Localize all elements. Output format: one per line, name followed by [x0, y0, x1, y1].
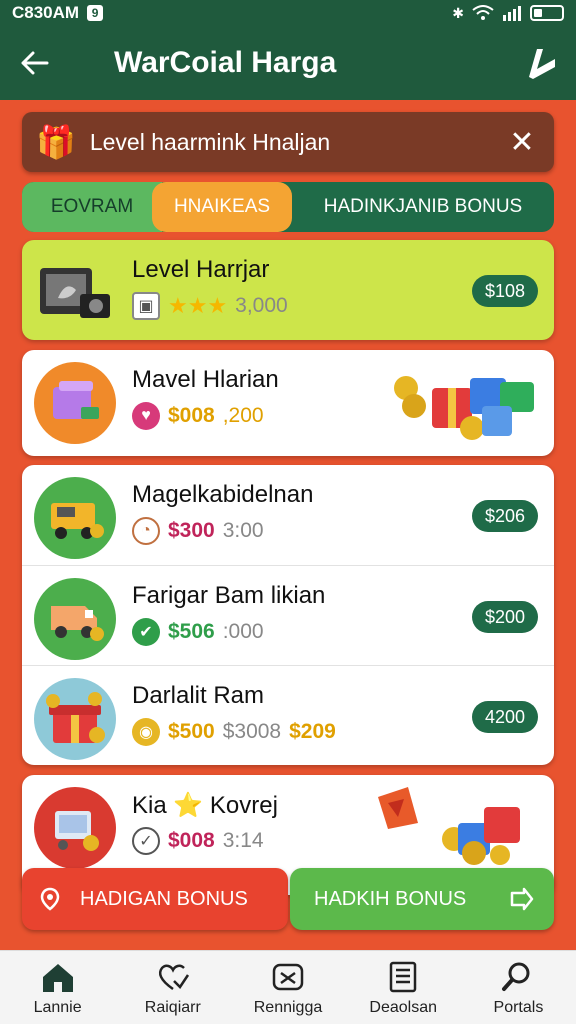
van-icon — [34, 578, 116, 660]
item-price-old: $3008 — [222, 720, 282, 743]
view-bonus-label: HADKIH BONUS — [314, 887, 467, 910]
nav-label: Rennigga — [253, 998, 323, 1016]
view-bonus-button[interactable]: HADKIH BONUS — [290, 868, 554, 930]
item-price: 3,000 — [235, 294, 288, 317]
item-price-old: 3:00 — [222, 519, 264, 542]
gift-pile-icon — [394, 376, 534, 440]
banner-text: Level haarmink Hnaljan — [89, 128, 331, 155]
item-title: Farigar Bam likian — [132, 582, 326, 609]
brand-logo-button[interactable] — [506, 26, 576, 100]
nav-label: Deaolsan — [369, 998, 438, 1016]
item-title: Darlalit Ram — [132, 682, 265, 709]
camera-icon — [34, 252, 116, 334]
item-title: Kia ⭐ Kovrej — [132, 792, 278, 819]
item-subline: ◔ $300 3:00 — [132, 517, 264, 545]
item-subline: ♥ $008 ,200 — [132, 402, 264, 430]
chat-icon: ◔ — [132, 517, 160, 545]
price-badge[interactable]: 4200 — [472, 701, 538, 733]
item-price: $300 — [168, 519, 215, 542]
list-item[interactable]: Darlalit Ram ◉ $500 $3008 $209 4200 — [22, 665, 554, 765]
price-badge[interactable]: $200 — [472, 601, 538, 633]
list-item[interactable]: Farigar Bam likian ✔ $506 :000 $200 — [22, 565, 554, 665]
arrow-left-icon — [21, 51, 49, 75]
gift-icon: 🎁 — [36, 124, 76, 160]
price-badge[interactable]: $108 — [472, 275, 538, 307]
heart-check-icon — [155, 959, 191, 995]
item-subline: ◉ $500 $3008 $209 — [132, 718, 336, 746]
location-pin-icon — [40, 887, 60, 911]
cart-icon — [34, 787, 116, 869]
close-icon[interactable]: ✕ — [504, 125, 540, 160]
item-price: $008 — [168, 829, 215, 852]
tab-bar: EOVRAM HNAIKEAS HADINKJANIB BONUS — [22, 182, 554, 232]
battery-icon — [530, 5, 564, 21]
claim-bonus-button[interactable]: HADIGAN BONUS — [22, 868, 288, 930]
status-time: C830AM — [12, 3, 80, 22]
item-title: Mavel Hlarian — [132, 366, 279, 393]
tab-eovram[interactable]: EOVRAM — [22, 182, 162, 232]
item-price: $506 — [168, 620, 215, 643]
nav-label: Lannie — [33, 998, 82, 1016]
item-title: Magelkabidelnan — [132, 481, 314, 508]
item-price-old: :000 — [222, 620, 264, 643]
wifi-icon — [472, 5, 494, 20]
offer-list-card: Magelkabidelnan ◔ $300 3:00 $206 Farigar… — [22, 465, 554, 765]
page-title: WarCoial Harga — [114, 46, 337, 79]
gift-box-icon — [34, 678, 116, 760]
nav-item-home[interactable]: Lannie — [0, 951, 115, 1024]
highlight-card[interactable]: Level Harrjar ▣ ★★★ 3,000 $108 — [22, 240, 554, 340]
nav-item-raiqiarr[interactable]: Raiqiarr — [115, 951, 230, 1024]
list-item[interactable]: Magelkabidelnan ◔ $300 3:00 $206 — [22, 465, 554, 565]
claim-bonus-label: HADIGAN BONUS — [80, 887, 248, 910]
cube-icon: ▣ — [132, 292, 160, 320]
item-subline: ✓ $008 3:14 — [132, 827, 264, 855]
status-bar: C830AM 9 ✱ — [0, 0, 576, 26]
list-document-icon — [385, 959, 421, 995]
bottom-nav: Lannie Raiqiarr Rennigga Deaolsan Portal… — [0, 950, 576, 1024]
nav-item-deaolsan[interactable]: Deaolsan — [346, 951, 461, 1024]
truck-icon — [34, 477, 116, 559]
rating-stars: ★★★ — [168, 293, 228, 318]
item-price: $008 — [168, 404, 215, 427]
item-title: Level Harrjar — [132, 256, 270, 283]
item-price-old: 3:14 — [222, 829, 264, 852]
app-bar: WarCoial Harga — [0, 26, 576, 100]
search-icon — [500, 959, 536, 995]
gamepad-icon — [270, 959, 306, 995]
item-price-extra: $209 — [289, 720, 336, 743]
bluetooth-icon: ✱ — [452, 4, 464, 21]
check-icon: ✔ — [132, 618, 160, 646]
nav-item-rennigga[interactable]: Rennigga — [230, 951, 345, 1024]
tab-hnaikeas[interactable]: HNAIKEAS — [152, 182, 292, 232]
nav-label: Raiqiarr — [144, 998, 201, 1016]
nav-item-portals[interactable]: Portals — [461, 951, 576, 1024]
item-price-extra: ,200 — [222, 404, 264, 427]
tab-bonus[interactable]: HADINKJANIB BONUS — [292, 182, 554, 232]
heart-icon: ♥ — [132, 402, 160, 430]
logo-icon — [529, 49, 555, 79]
item-price: $500 — [168, 720, 215, 743]
signal-icon — [503, 6, 521, 21]
gift-pile-icon — [378, 787, 520, 865]
check-circle-icon: ✓ — [132, 827, 160, 855]
offer-card[interactable]: Mavel Hlarian ♥ $008 ,200 — [22, 350, 554, 456]
coin-icon: ◉ — [132, 718, 160, 746]
item-subline: ✔ $506 :000 — [132, 618, 264, 646]
price-badge[interactable]: $206 — [472, 500, 538, 532]
item-subline: ▣ ★★★ 3,000 — [132, 292, 288, 320]
back-button[interactable] — [0, 26, 70, 100]
nav-label: Portals — [493, 998, 544, 1016]
promo-banner[interactable]: 🎁 Level haarmink Hnaljan ✕ — [22, 112, 554, 172]
share-arrow-icon — [510, 887, 534, 911]
home-icon — [40, 959, 76, 995]
notification-icon: 9 — [87, 5, 104, 21]
box-icon — [34, 362, 116, 444]
